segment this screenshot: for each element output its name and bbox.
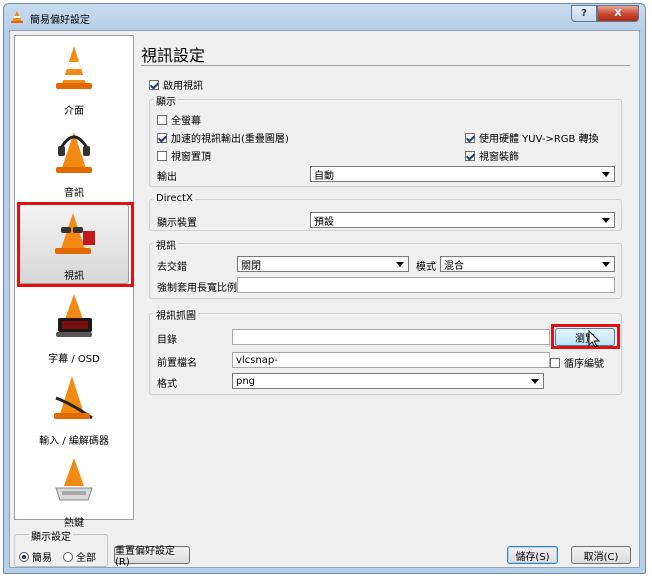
- close-button[interactable]: X: [597, 5, 639, 22]
- help-button[interactable]: ?: [571, 5, 597, 22]
- save-button[interactable]: 儲存(S): [507, 546, 558, 564]
- sidebar-item-audio[interactable]: 音訊: [19, 122, 129, 202]
- display-device-value: 預設: [314, 216, 334, 228]
- mode-value: 混合: [444, 260, 464, 272]
- group-legend: DirectX: [154, 193, 195, 204]
- format-label: 格式: [157, 379, 177, 390]
- title-divider: [141, 65, 630, 66]
- checkbox-label: 全螢幕: [171, 116, 201, 127]
- sidebar-item-hotkeys[interactable]: 熱鍵: [19, 452, 129, 532]
- prefix-input[interactable]: vlcsnap-: [232, 352, 550, 368]
- sidebar-item-interface[interactable]: 介面: [19, 40, 129, 120]
- dialog-body: 介面 音訊 視訊 字幕 / OSD 輸入 / 編解碼器 熱鍵 顯示設定 簡易 全…: [9, 30, 640, 568]
- checkbox-box[interactable]: [465, 150, 475, 161]
- aspect-ratio-input[interactable]: [237, 277, 615, 293]
- checkbox-label: 視窗置頂: [171, 152, 211, 163]
- display-device-label: 顯示裝置: [157, 218, 197, 229]
- chevron-down-icon: [602, 172, 610, 177]
- format-value: png: [236, 375, 256, 387]
- cancel-button[interactable]: 取消(C): [571, 546, 631, 564]
- highlight-box-browse: [551, 324, 620, 349]
- sidebar-item-input-codecs[interactable]: 輸入 / 編解碼器: [19, 370, 129, 450]
- sidebar-item-subtitles[interactable]: 字幕 / OSD: [19, 288, 129, 368]
- checkbox-label: 加速的視訊輸出(重疊圖層): [171, 134, 289, 145]
- checkbox-box[interactable]: [157, 114, 167, 125]
- sidebar-item-label: 介面: [64, 106, 84, 117]
- vlc-cone-icon: [11, 11, 23, 23]
- group-legend: 顯示: [154, 93, 178, 108]
- deinterlace-label: 去交錯: [157, 262, 187, 273]
- radio-dot[interactable]: [63, 551, 73, 562]
- prefix-label: 前置檔名: [157, 358, 197, 369]
- always-on-top-checkbox[interactable]: 視窗置頂: [157, 148, 211, 163]
- radio-dot[interactable]: [19, 551, 29, 562]
- reset-preferences-button[interactable]: 重置偏好設定(R): [114, 546, 190, 568]
- radio-simple[interactable]: 簡易: [19, 549, 52, 564]
- sidebar-item-label: 音訊: [64, 188, 84, 199]
- title-bar[interactable]: 簡易偏好設定 ? X: [4, 4, 645, 30]
- output-label: 輸出: [157, 172, 177, 183]
- directory-label: 目錄: [157, 335, 177, 346]
- checkbox-box[interactable]: [157, 150, 167, 161]
- display-device-select[interactable]: 預設: [310, 212, 615, 228]
- radio-all[interactable]: 全部: [63, 549, 96, 564]
- group-legend: 視訊: [154, 237, 178, 252]
- cable-cone-icon: [54, 376, 93, 420]
- mode-label: 模式: [416, 262, 436, 273]
- aspect-ratio-label: 強制套用長寬比例: [157, 283, 237, 294]
- video-group: 視訊 去交錯 關閉 模式 混合 強制套用長寬比例: [149, 237, 622, 299]
- output-value: 自動: [314, 170, 334, 182]
- radio-label: 簡易: [32, 553, 52, 564]
- window-decorations-checkbox[interactable]: 視窗裝飾: [465, 148, 519, 163]
- checkbox-box[interactable]: [157, 132, 167, 143]
- sidebar-item-label: 熱鍵: [64, 518, 84, 529]
- group-legend: 視訊抓圖: [154, 307, 198, 322]
- checkbox-label: 啟用視訊: [163, 81, 203, 92]
- chevron-down-icon: [602, 218, 610, 223]
- display-group: 顯示 全螢幕 加速的視訊輸出(重疊圖層) 使用硬體 YUV->RGB 轉換 視窗…: [149, 93, 622, 187]
- preferences-window: 簡易偏好設定 ? X 介面 音訊 視訊 字幕 / OSD 輸入 / 編解碼器 熱…: [3, 3, 646, 574]
- keyboard-cone-icon: [55, 458, 93, 501]
- vlc-cone-icon: [56, 46, 92, 89]
- accelerated-output-checkbox[interactable]: 加速的視訊輸出(重疊圖層): [157, 130, 289, 145]
- page-title: 視訊設定: [141, 46, 206, 65]
- deinterlace-mode-select[interactable]: 混合: [440, 256, 615, 272]
- mouse-cursor-icon: [588, 330, 601, 348]
- chevron-down-icon: [531, 379, 539, 384]
- chevron-down-icon: [602, 262, 610, 267]
- sidebar-item-label: 輸入 / 編解碼器: [39, 436, 109, 447]
- radio-label: 全部: [76, 553, 96, 564]
- sidebar-item-label: 字幕 / OSD: [48, 354, 100, 365]
- clock-cone-icon: [56, 294, 92, 337]
- display-settings-group: 顯示設定 簡易 全部: [14, 528, 108, 567]
- checkbox-label: 循序編號: [564, 359, 604, 370]
- window-title: 簡易偏好設定: [30, 15, 90, 26]
- checkbox-box[interactable]: [465, 132, 475, 143]
- checkbox-label: 使用硬體 YUV->RGB 轉換: [479, 134, 599, 145]
- directx-group: DirectX 顯示裝置 預設: [149, 193, 622, 231]
- sequential-numbering-checkbox[interactable]: 循序編號: [550, 355, 604, 370]
- fullscreen-checkbox[interactable]: 全螢幕: [157, 112, 201, 127]
- highlight-box-video: [17, 202, 134, 287]
- directory-input[interactable]: [232, 329, 550, 345]
- display-settings-legend: 顯示設定: [29, 528, 73, 543]
- headphones-cone-icon: [56, 132, 92, 173]
- chevron-down-icon: [396, 262, 404, 267]
- deinterlace-value: 關閉: [241, 260, 261, 272]
- enable-video-checkbox[interactable]: 啟用視訊: [149, 77, 203, 92]
- deinterlace-select[interactable]: 關閉: [237, 256, 409, 272]
- format-select[interactable]: png: [232, 373, 544, 389]
- checkbox-box[interactable]: [550, 357, 560, 368]
- checkbox-label: 視窗裝飾: [479, 152, 519, 163]
- output-select[interactable]: 自動: [310, 166, 615, 182]
- hw-yuv-rgb-checkbox[interactable]: 使用硬體 YUV->RGB 轉換: [465, 130, 599, 145]
- checkbox-box[interactable]: [149, 79, 159, 90]
